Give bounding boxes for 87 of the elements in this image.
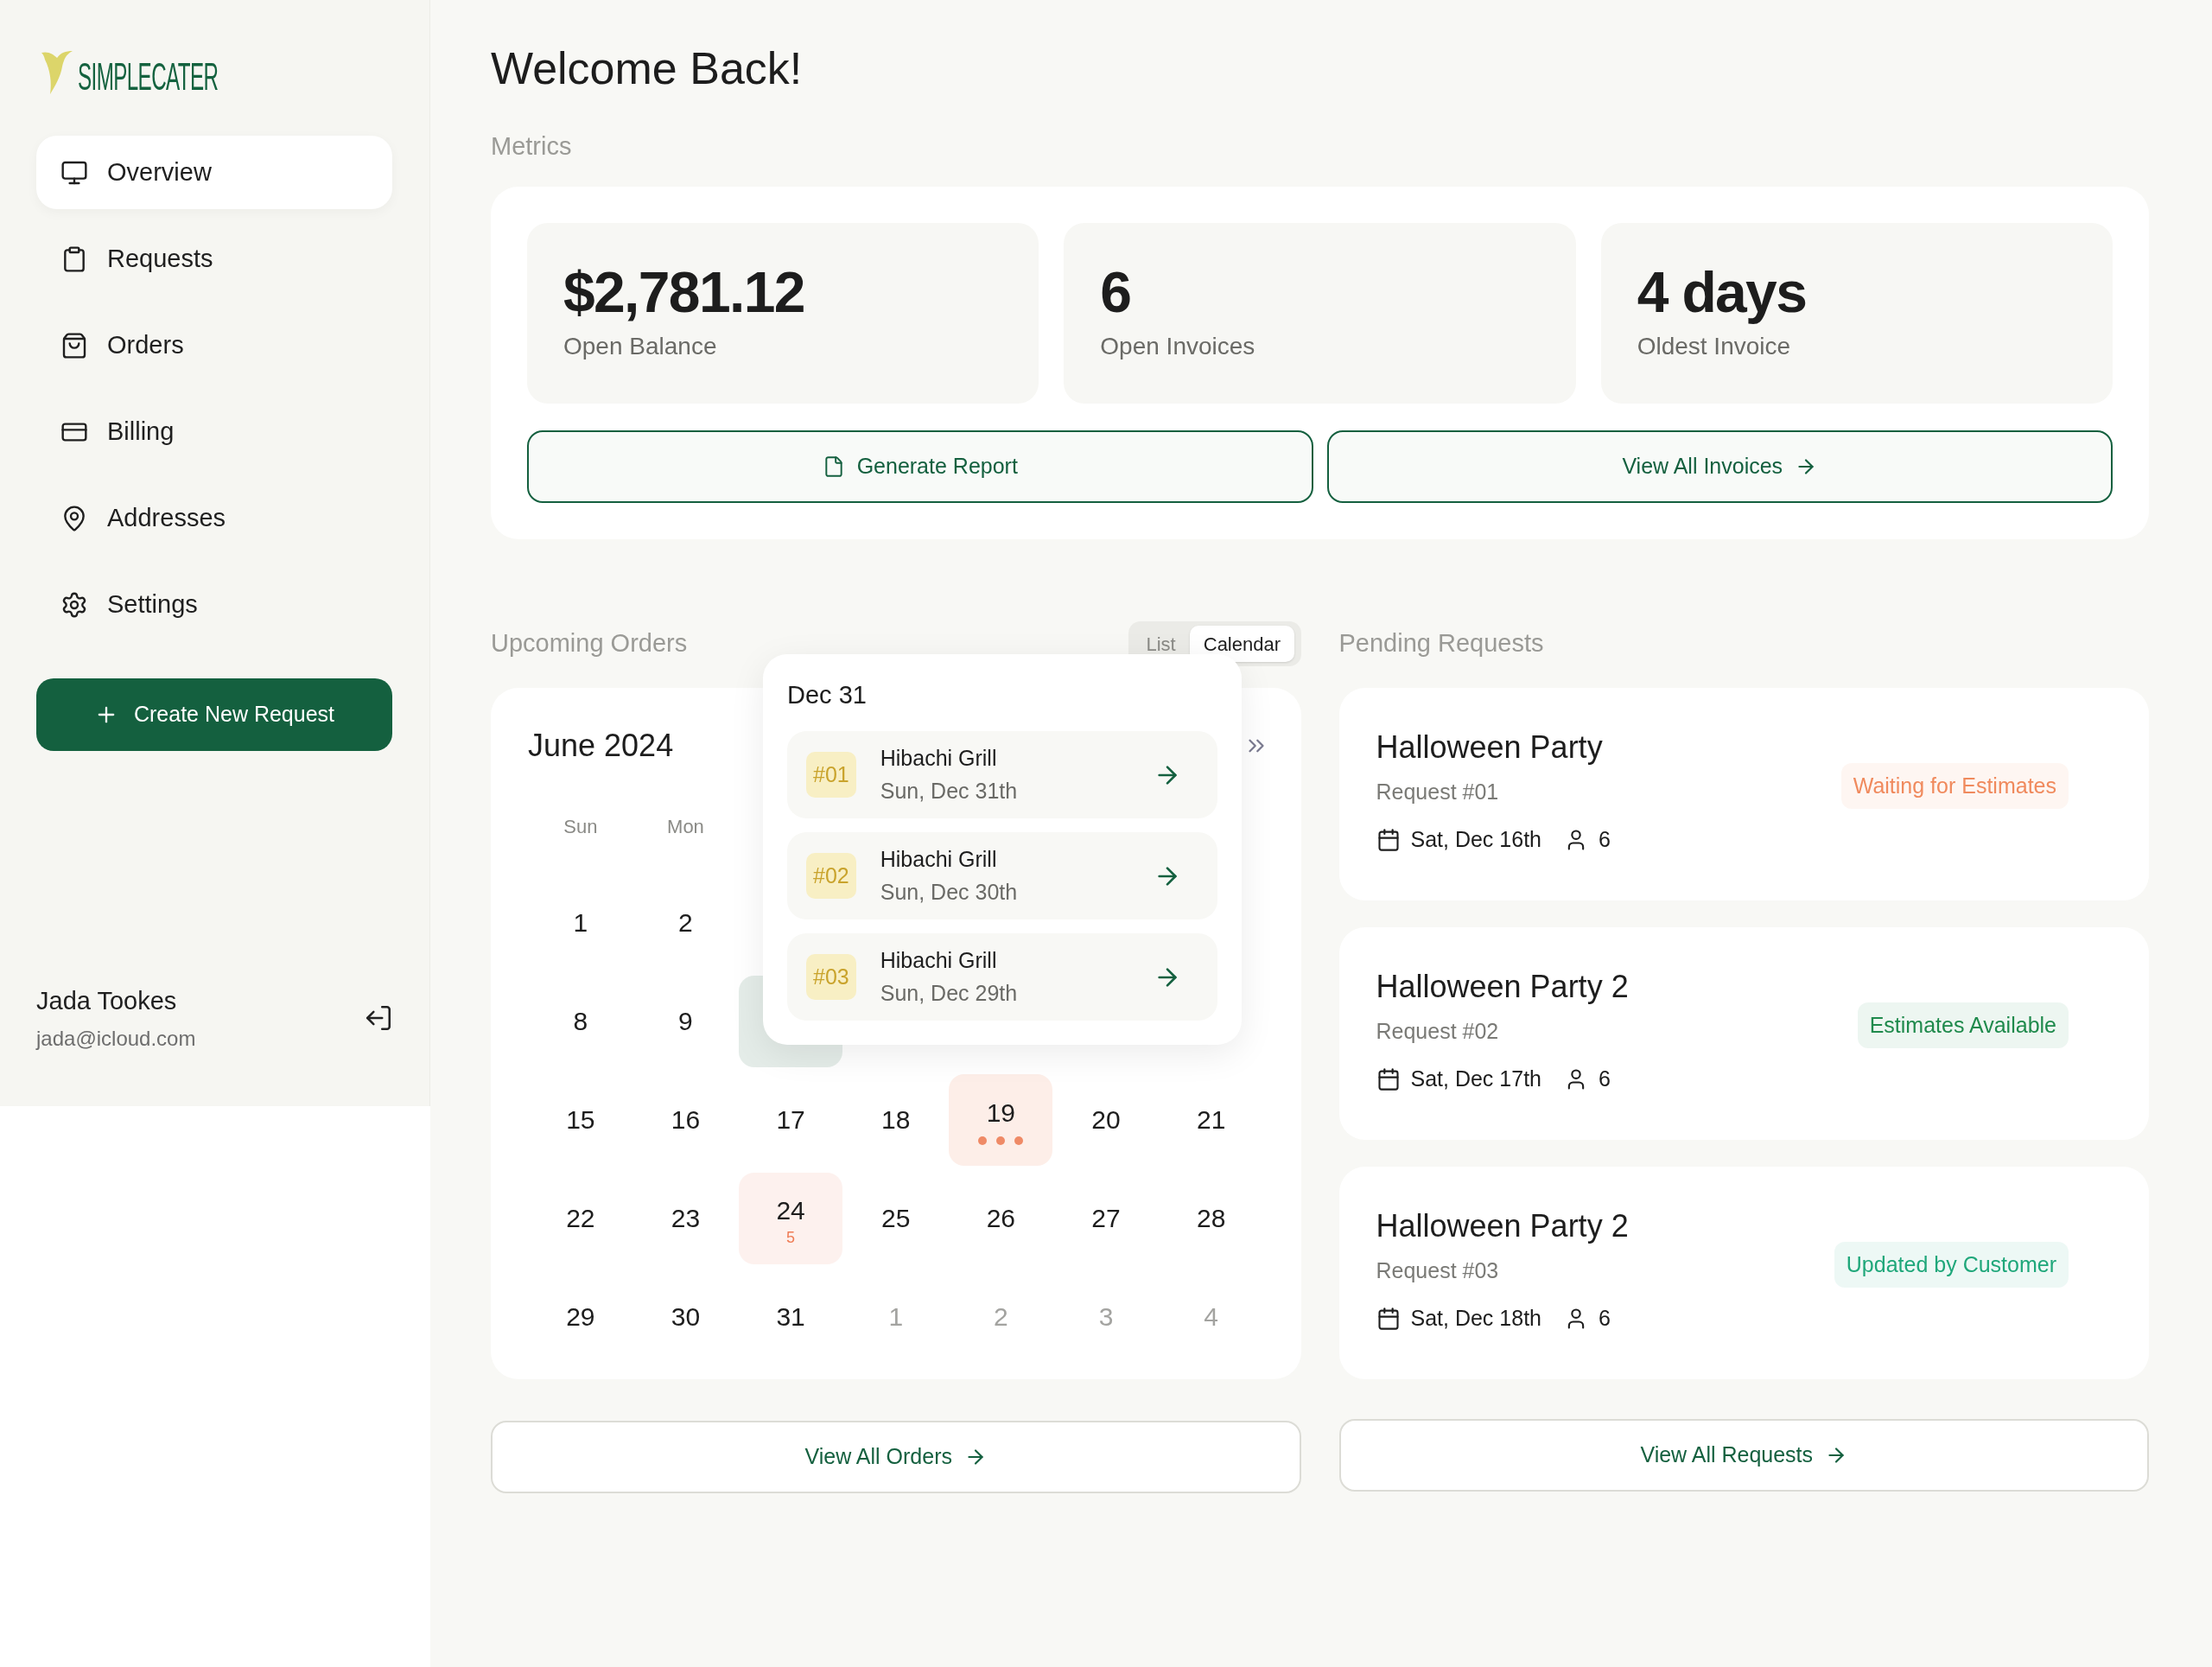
- view-requests-button[interactable]: View All Requests: [1338, 1418, 2149, 1492]
- calendar-icon: [1376, 827, 1401, 852]
- stat-value: 4 days: [1637, 258, 1808, 326]
- calendar-day[interactable]: 15: [528, 1073, 632, 1166]
- calendar-day[interactable]: 19: [949, 1073, 1053, 1166]
- request-title: Halloween Party: [1376, 728, 1604, 767]
- toggle-tab[interactable]: Calendar: [1189, 626, 1295, 662]
- order-row[interactable]: #01 Hibachi Grill Sun, Dec 31th: [787, 731, 1217, 818]
- calendar-day[interactable]: 26: [949, 1172, 1053, 1264]
- request-date: Sat, Dec 17th: [1410, 1066, 1541, 1092]
- calendar-month: June 2024: [528, 726, 674, 765]
- calendar-icon: [1376, 1306, 1401, 1331]
- event-count: 5: [786, 1230, 796, 1245]
- order-name: Hibachi Grill: [880, 745, 998, 772]
- event-dots-icon: [977, 1136, 1025, 1146]
- calendar-day[interactable]: 30: [633, 1270, 738, 1363]
- calendar-day[interactable]: 22: [528, 1172, 632, 1264]
- stat-label: Open Balance: [563, 331, 718, 361]
- section-title: Upcoming Orders: [491, 628, 688, 659]
- order-row[interactable]: #02 Hibachi Grill Sun, Dec 30th: [787, 832, 1217, 919]
- user-email: jada@icloud.com: [36, 1026, 196, 1052]
- calendar-day[interactable]: 8: [528, 975, 632, 1067]
- calendar-day[interactable]: 2: [633, 876, 738, 969]
- order-name: Hibachi Grill: [880, 947, 998, 974]
- settings-icon: [60, 590, 88, 619]
- calendar-day[interactable]: 24 5: [739, 1172, 843, 1264]
- nav-item[interactable]: Billing: [36, 395, 392, 468]
- stat-label: Open Invoices: [1100, 331, 1256, 361]
- section-title: Pending Requests: [1338, 628, 1544, 659]
- view-orders-button[interactable]: View All Orders: [491, 1420, 1301, 1493]
- weekday-label: Sun: [563, 814, 599, 839]
- order-number: #01: [806, 751, 856, 799]
- calendar-day[interactable]: 16: [633, 1073, 738, 1166]
- calendar-day[interactable]: 17: [739, 1073, 843, 1166]
- request-title: Halloween Party 2: [1376, 1206, 1629, 1245]
- order-date: Sun, Dec 29th: [880, 979, 1019, 1007]
- nav-item[interactable]: Overview: [36, 136, 392, 209]
- request-number: Request #02: [1376, 1017, 1500, 1045]
- order-date: Sun, Dec 31th: [880, 777, 1019, 805]
- calendar-day[interactable]: 27: [1054, 1172, 1158, 1264]
- logo-text: SIMPLECATER: [78, 58, 219, 96]
- stat-label: Oldest Invoice: [1637, 331, 1792, 361]
- request-card[interactable]: Halloween Party Request #01 Sat, Dec 16th 6 Waiting for Estimates: [1338, 687, 2149, 900]
- status-tag: Estimates Available: [1857, 1002, 2069, 1048]
- guest-count: 6: [1599, 826, 1611, 853]
- weekday-label: Mon: [666, 814, 705, 839]
- nav-item[interactable]: Orders: [36, 309, 392, 382]
- calendar-day[interactable]: 20: [1054, 1073, 1158, 1166]
- request-date: Sat, Dec 18th: [1410, 1305, 1541, 1332]
- calendar-day[interactable]: 28: [1159, 1172, 1263, 1264]
- calendar-icon: [1376, 1066, 1401, 1091]
- generate-report-button[interactable]: Generate Report: [527, 429, 1313, 503]
- status-tag: Updated by Customer: [1834, 1241, 2069, 1288]
- request-title: Halloween Party 2: [1376, 967, 1629, 1006]
- order-name: Hibachi Grill: [880, 846, 998, 873]
- request-card[interactable]: Halloween Party 2 Request #02 Sat, Dec 17th 6 Estimates Available: [1338, 926, 2149, 1140]
- guest-count: 6: [1599, 1305, 1611, 1332]
- stat-value: 6: [1100, 258, 1132, 326]
- page-title: Welcome Back!: [491, 42, 804, 95]
- order-number: #02: [806, 852, 856, 900]
- nav-item[interactable]: Requests: [36, 222, 392, 296]
- request-card[interactable]: Halloween Party 2 Request #03 Sat, Dec 18th 6 Updated by Customer: [1338, 1166, 2149, 1379]
- create-request-button[interactable]: Create New Request: [36, 678, 392, 751]
- calendar-day[interactable]: 31: [739, 1270, 843, 1363]
- request-number: Request #03: [1376, 1257, 1500, 1284]
- request-number: Request #01: [1376, 778, 1500, 805]
- bag-icon: [60, 331, 88, 359]
- order-row[interactable]: #03 Hibachi Grill Sun, Dec 29th: [787, 933, 1217, 1021]
- view-invoices-button[interactable]: View All Invoices: [1326, 429, 2113, 503]
- calendar-day[interactable]: 18: [843, 1073, 948, 1166]
- metrics-label: Metrics: [491, 131, 573, 162]
- calendar-day[interactable]: 9: [633, 975, 738, 1067]
- popup-date: Dec 31: [787, 679, 868, 710]
- calendar-day[interactable]: 25: [843, 1172, 948, 1264]
- order-number: #03: [806, 953, 856, 1001]
- calendar-day[interactable]: 29: [528, 1270, 632, 1363]
- calendar-day[interactable]: 1: [528, 876, 632, 969]
- stat-value: $2,781.12: [563, 258, 805, 326]
- status-tag: Waiting for Estimates: [1840, 762, 2069, 809]
- order-date: Sun, Dec 30th: [880, 878, 1019, 906]
- nav-item[interactable]: Settings: [36, 568, 392, 641]
- user-name: Jada Tookes: [36, 985, 178, 1016]
- calendar-day[interactable]: 23: [633, 1172, 738, 1264]
- guest-count: 6: [1599, 1066, 1611, 1092]
- request-date: Sat, Dec 16th: [1410, 826, 1541, 853]
- calendar-day[interactable]: 21: [1159, 1073, 1263, 1166]
- nav-item[interactable]: Addresses: [36, 481, 392, 555]
